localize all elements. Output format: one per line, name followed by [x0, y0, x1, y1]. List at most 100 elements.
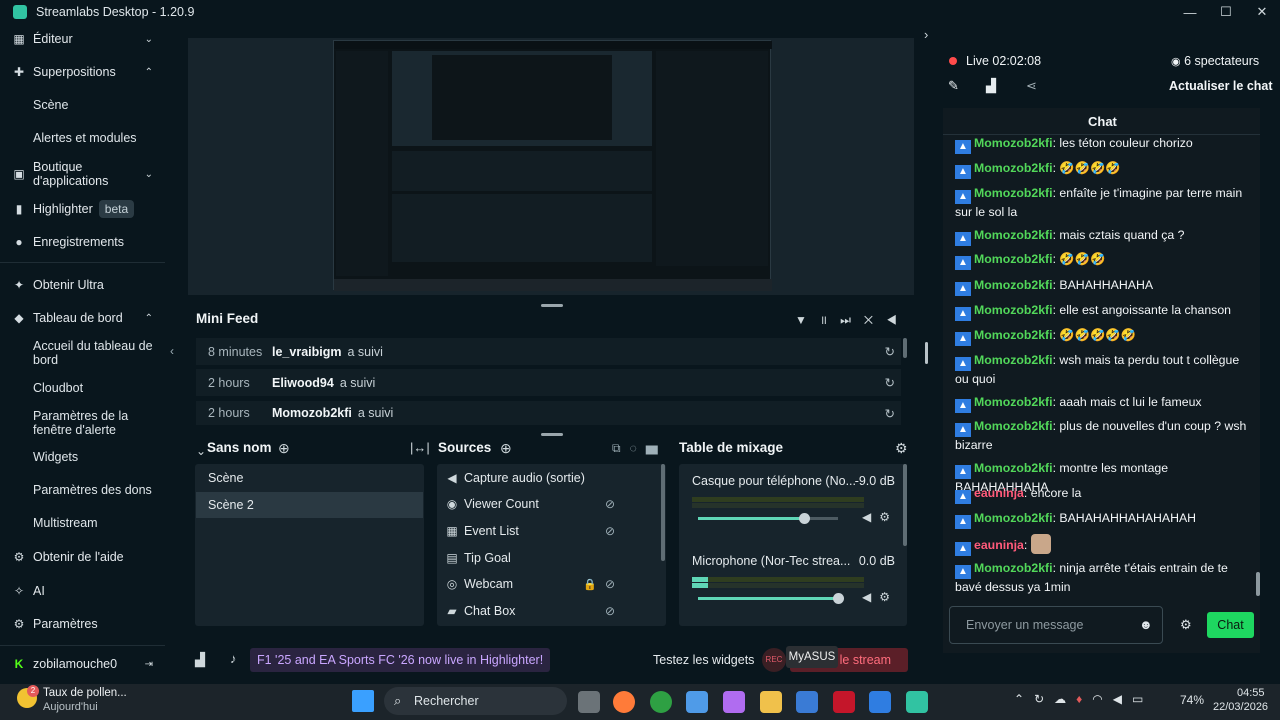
feed-scrollbar[interactable]	[903, 338, 907, 358]
hide-icon[interactable]: ◌	[630, 441, 646, 455]
sidebar-item-scene[interactable]: Scène	[33, 98, 158, 112]
stats-icon[interactable]: ▟	[195, 652, 205, 668]
sidebar-item-widgets[interactable]: Widgets	[33, 450, 158, 464]
xbox-icon[interactable]	[650, 691, 672, 713]
gear-icon[interactable]: ⚙	[879, 510, 898, 524]
mute-notifications-icon[interactable]: ✕	[864, 313, 886, 327]
sidebar-item-editor[interactable]: ▦ Éditeur ⌄	[0, 30, 165, 48]
scene-item[interactable]: Scène	[196, 465, 423, 491]
battery-icon[interactable]: ▭	[1132, 692, 1153, 706]
visibility-hidden-icon[interactable]: ⊘	[605, 497, 615, 511]
refresh-chat-button[interactable]: Actualiser le chat	[1169, 79, 1273, 93]
wifi-icon[interactable]: ◠	[1092, 692, 1112, 706]
sidebar-item-app-store[interactable]: ▣ Boutique d'applications ⌄	[0, 159, 165, 189]
sidebar-item-donation-settings[interactable]: Paramètres des dons	[33, 483, 158, 497]
chevron-down-icon[interactable]: ⌄	[196, 444, 206, 458]
add-scene-icon[interactable]: ⊕	[278, 440, 290, 457]
file-explorer-icon[interactable]	[760, 691, 782, 713]
volume-icon[interactable]: ◀	[1113, 692, 1132, 706]
source-item[interactable]: ▰ Chat Box ⊘	[445, 598, 655, 624]
send-chat-button[interactable]: Chat	[1207, 612, 1254, 638]
notification-bell-icon[interactable]: ♪	[230, 651, 237, 666]
sync-icon[interactable]: ↻	[1034, 692, 1054, 706]
copilot-icon[interactable]	[723, 691, 745, 713]
volume-icon[interactable]: ◀	[886, 313, 910, 327]
resize-handle[interactable]	[925, 342, 928, 364]
filter-icon[interactable]: ▼	[795, 313, 820, 327]
volume-slider[interactable]	[698, 593, 844, 604]
highlighter-banner[interactable]: F1 '25 and EA Sports FC '26 now live in …	[250, 648, 551, 672]
resize-handle[interactable]	[541, 304, 563, 307]
chevron-right-icon[interactable]: ›	[924, 27, 928, 42]
gear-icon[interactable]: ⚙	[1180, 617, 1192, 633]
clock-date[interactable]: 22/03/2026	[1213, 701, 1268, 713]
source-item[interactable]: ◀ Capture audio (sortie)	[445, 465, 655, 491]
replay-icon[interactable]: ↻	[885, 406, 895, 421]
task-view-icon[interactable]	[578, 691, 600, 713]
sidebar-item-ai[interactable]: ✧ AI	[0, 582, 165, 600]
user-profile[interactable]: Kzobilamouche0 ⇥	[0, 655, 165, 673]
volume-icon[interactable]: ◀	[862, 510, 879, 524]
source-item[interactable]: ◉ Viewer Count ⊘	[445, 491, 655, 517]
streamlabs-icon[interactable]	[906, 691, 928, 713]
source-item[interactable]: ▤ Tip Goal	[445, 545, 655, 571]
myasus-icon[interactable]	[796, 691, 818, 713]
volume-icon[interactable]: ◀	[862, 590, 879, 604]
sidebar-item-highlighter[interactable]: ▮ Highlighter beta	[0, 200, 165, 218]
taskbar-search[interactable]: ⌕ Rechercher	[384, 687, 567, 715]
mail-icon[interactable]	[869, 691, 891, 713]
sidebar-item-help[interactable]: ⚙ Obtenir de l'aide	[0, 548, 165, 566]
logout-icon[interactable]: ⇥	[145, 659, 153, 670]
maximize-button[interactable]: ☐	[1208, 0, 1244, 24]
store-icon[interactable]	[686, 691, 708, 713]
pause-icon[interactable]: ॥	[820, 313, 840, 327]
transition-icon[interactable]: |↔|	[410, 440, 430, 455]
collapse-sidebar-icon[interactable]: ‹	[170, 344, 174, 358]
scene-item-selected[interactable]: Scène 2	[196, 492, 423, 518]
sidebar-item-overlays[interactable]: ✚ Superpositions ⌃	[0, 63, 165, 81]
visibility-hidden-icon[interactable]: ⊘	[605, 577, 615, 591]
minimize-button[interactable]: —	[1172, 0, 1208, 24]
sidebar-item-recordings[interactable]: ● Enregistrements	[0, 233, 165, 251]
replay-icon[interactable]: ↻	[885, 375, 895, 390]
gear-icon[interactable]: ⚙	[895, 440, 908, 457]
rec-button[interactable]: REC	[762, 648, 786, 672]
grid-icon[interactable]: ⧉	[612, 441, 630, 455]
share-icon[interactable]: ⋖	[1026, 78, 1037, 94]
sources-scrollbar[interactable]	[661, 464, 665, 561]
mcafee-icon[interactable]	[833, 691, 855, 713]
chat-input[interactable]: Envoyer un message ☻	[949, 606, 1163, 644]
sidebar-item-dashboard-home[interactable]: Accueil du tableau de bord	[33, 339, 158, 367]
resize-handle[interactable]	[541, 433, 563, 436]
emoji-icon[interactable]: ☻	[1139, 617, 1153, 632]
folder-icon[interactable]: ▆	[646, 441, 667, 455]
sidebar-item-alertbox-settings[interactable]: Paramètres de la fenêtre d'alerte	[33, 409, 158, 437]
chevron-up-icon[interactable]: ⌃	[1014, 692, 1034, 706]
edit-icon[interactable]: ✎	[948, 78, 959, 94]
sidebar-item-settings[interactable]: ⚙ Paramètres	[0, 615, 165, 633]
mixer-scrollbar[interactable]	[903, 464, 907, 546]
sidebar-item-alerts[interactable]: Alertes et modules	[33, 131, 158, 145]
test-widgets-button[interactable]: Testez les widgets	[653, 653, 754, 667]
sidebar-item-dashboard[interactable]: ◆ Tableau de bord ⌃	[0, 309, 165, 327]
sidebar-item-cloudbot[interactable]: Cloudbot	[33, 381, 158, 395]
slider-knob[interactable]	[833, 593, 844, 604]
visibility-hidden-icon[interactable]: ⊘	[605, 604, 615, 618]
close-button[interactable]: ✕	[1244, 0, 1280, 24]
volume-slider[interactable]	[698, 513, 838, 524]
clock-time[interactable]: 04:55	[1237, 687, 1265, 699]
lock-icon[interactable]: 🔒	[583, 578, 597, 591]
gear-icon[interactable]: ⚙	[879, 590, 898, 604]
cloud-icon[interactable]: ☁	[1054, 692, 1076, 706]
weather-title[interactable]: Taux de pollen...	[43, 687, 127, 699]
chat-scrollbar[interactable]	[1256, 572, 1260, 596]
source-item[interactable]: ▦ Event List ⊘	[445, 518, 655, 544]
skip-icon[interactable]: ⏭	[840, 313, 864, 327]
source-item[interactable]: ◎ Webcam 🔒 ⊘	[445, 571, 655, 597]
firefox-icon[interactable]	[613, 691, 635, 713]
sidebar-item-multistream[interactable]: Multistream	[33, 516, 158, 530]
windows-start-icon[interactable]	[352, 690, 374, 712]
sidebar-item-ultra[interactable]: ✦ Obtenir Ultra	[0, 276, 165, 294]
replay-icon[interactable]: ↻	[885, 344, 895, 359]
visibility-hidden-icon[interactable]: ⊘	[605, 524, 615, 538]
